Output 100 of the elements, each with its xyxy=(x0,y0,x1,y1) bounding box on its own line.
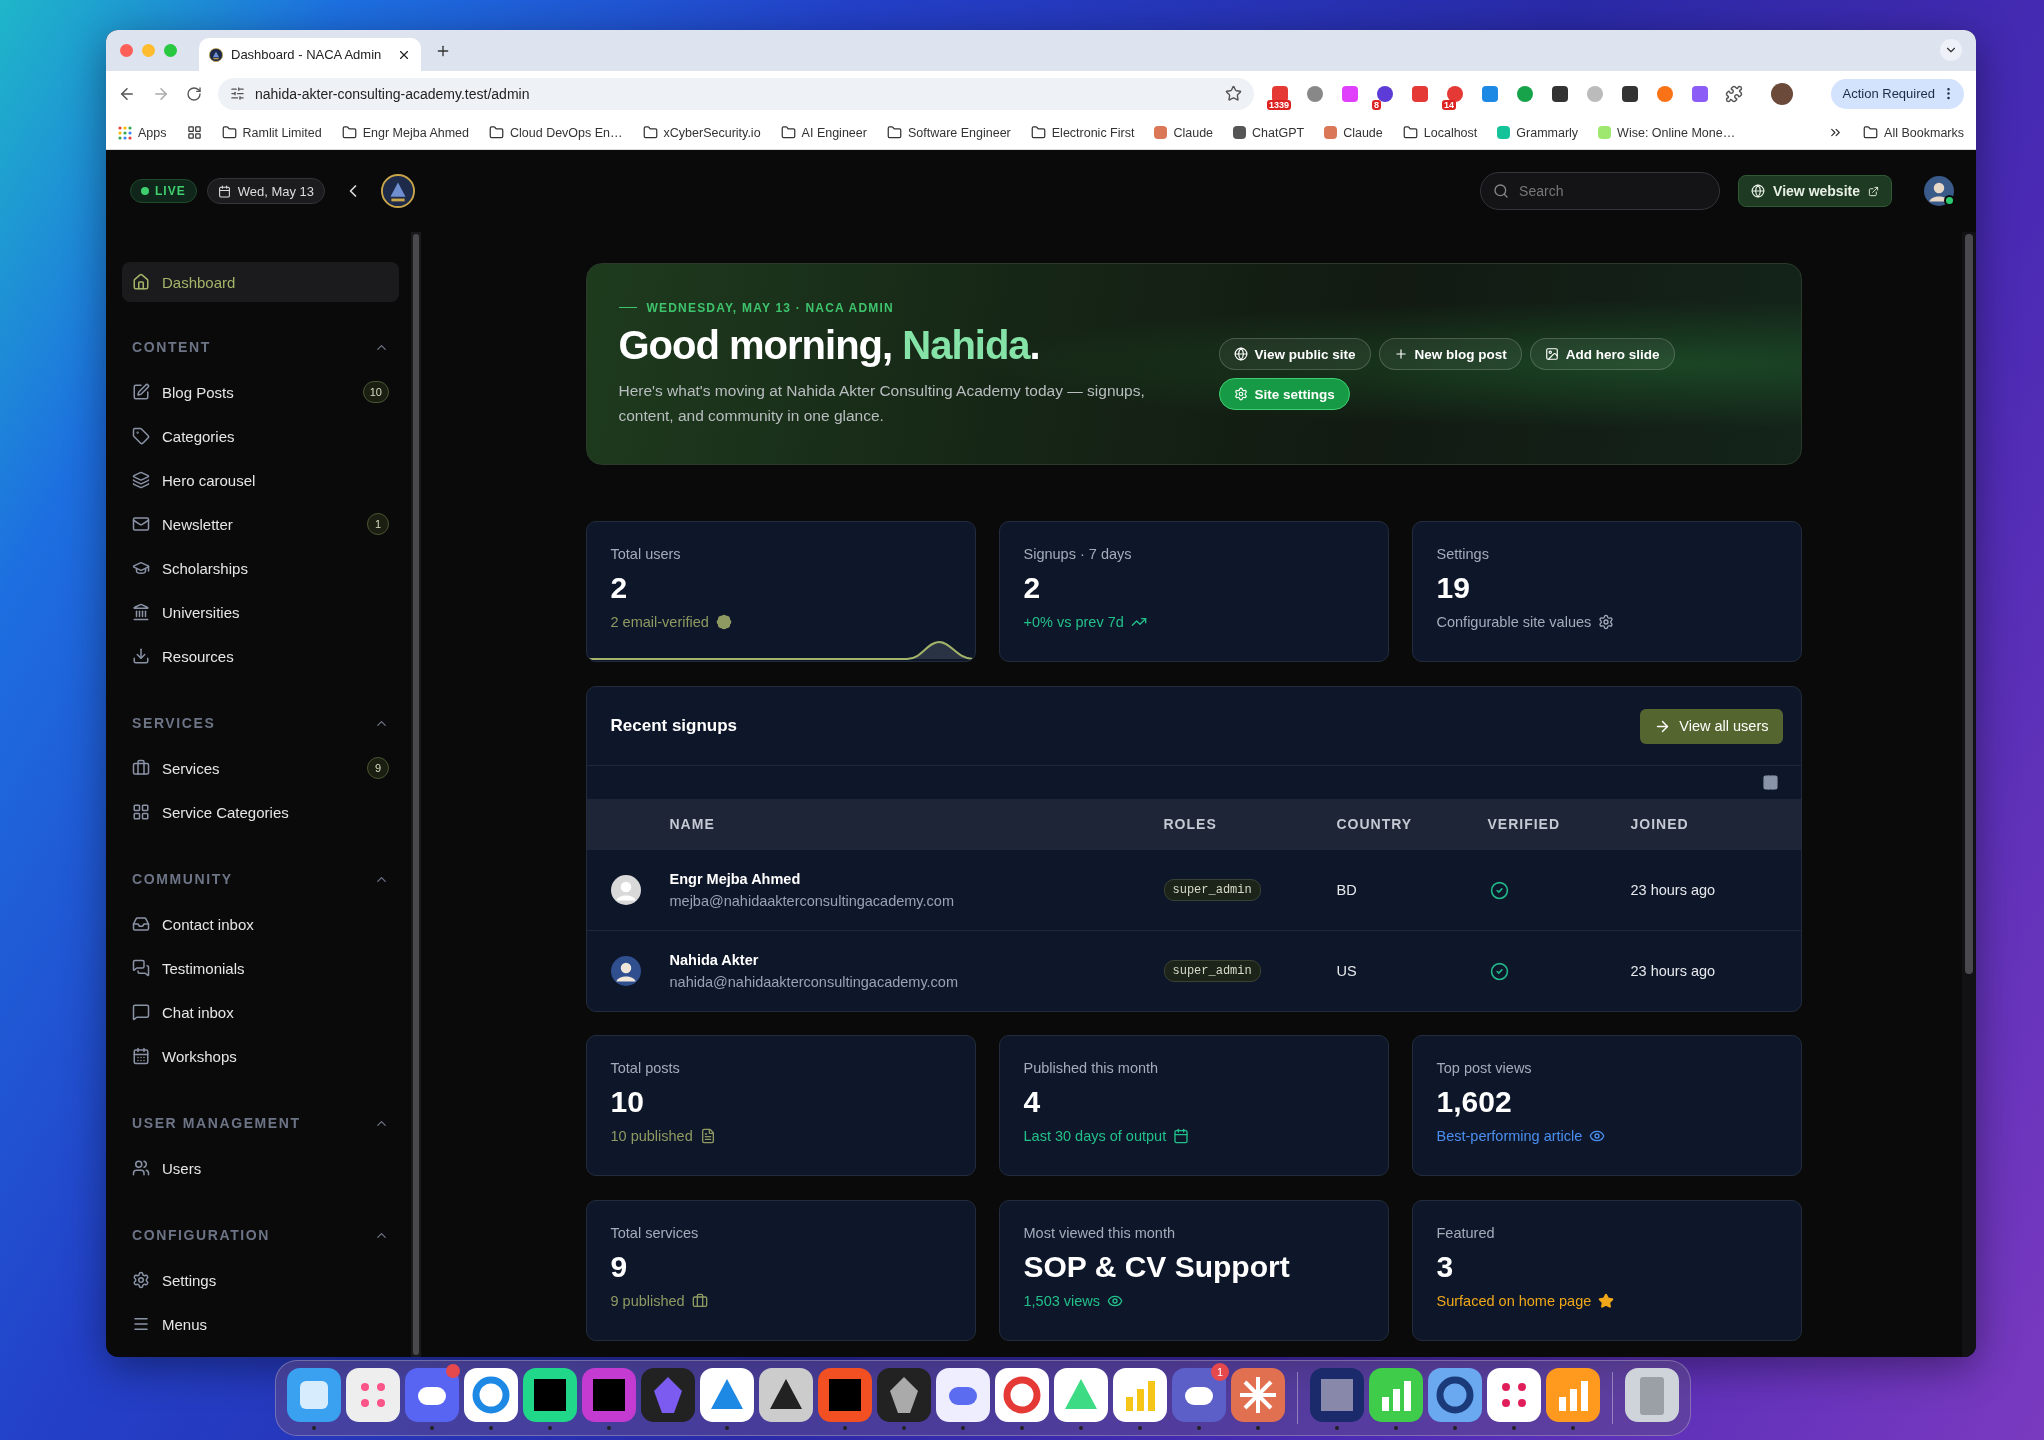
extension-icon[interactable] xyxy=(1550,83,1570,104)
scrollbar[interactable] xyxy=(411,232,421,1357)
tag-icon xyxy=(132,427,150,445)
sidebar-item[interactable]: Users xyxy=(122,1146,399,1190)
app-icon[interactable] xyxy=(1230,1366,1286,1423)
action-button[interactable]: New blog post xyxy=(1378,338,1522,370)
folder-icon xyxy=(1030,125,1046,140)
logo-icon xyxy=(209,47,223,62)
folder-icon xyxy=(642,125,658,140)
sidebar-item[interactable]: Resources xyxy=(122,634,399,678)
bookmark[interactable]: AI Engineer xyxy=(780,125,867,140)
sidebar-item[interactable]: Service Categories xyxy=(122,790,399,834)
app-icon[interactable] xyxy=(935,1366,991,1423)
columns-icon[interactable] xyxy=(1761,774,1779,791)
app-icon[interactable] xyxy=(1171,1366,1227,1423)
section-header[interactable]: CONTENT xyxy=(122,332,399,362)
app-icon[interactable] xyxy=(994,1366,1050,1423)
bookmark[interactable]: Ramlit Limited xyxy=(221,125,322,140)
column-header: VERIFIED xyxy=(1487,816,1562,832)
bookmark[interactable]: ChatGPT xyxy=(1233,125,1305,140)
section-header[interactable]: SERVICES xyxy=(122,708,399,738)
stat-value: 2 xyxy=(1023,570,1042,606)
action-required-button[interactable]: Action Required xyxy=(1830,78,1964,109)
bookmark[interactable]: Cloud DevOps En… xyxy=(489,125,623,140)
sidebar-item[interactable]: Newsletter 1 xyxy=(122,502,399,546)
extension-badge: 1339 xyxy=(1267,99,1292,110)
bookmark[interactable]: Engr Mejba Ahmed xyxy=(341,125,469,140)
app-icon[interactable] xyxy=(1486,1366,1542,1423)
plus-icon xyxy=(1393,347,1408,361)
bookmark[interactable]: All Bookmarks xyxy=(1863,125,1964,140)
stat-label: Top post views xyxy=(1436,1060,1533,1076)
bookmark-star-icon[interactable] xyxy=(1225,85,1242,102)
count-badge: 9 xyxy=(367,757,389,779)
app-icon[interactable] xyxy=(1053,1366,1109,1423)
table-cell-text: 23 hours ago xyxy=(1630,882,1717,898)
view-all-users-button[interactable]: View all users xyxy=(1640,708,1783,744)
app-icon[interactable] xyxy=(1624,1366,1680,1423)
app-icon[interactable] xyxy=(758,1366,814,1423)
bookmark[interactable]: Apps xyxy=(118,125,167,140)
app-icon[interactable] xyxy=(1427,1366,1483,1423)
app-icon[interactable] xyxy=(404,1366,460,1423)
app-icon[interactable] xyxy=(876,1366,932,1423)
sidebar-item[interactable]: Workshops xyxy=(122,1034,399,1078)
section-header[interactable]: COMMUNITY xyxy=(122,864,399,894)
tab-search-button[interactable] xyxy=(1940,39,1962,61)
sidebar-item[interactable]: Hero carousel xyxy=(122,458,399,502)
app-icon[interactable] xyxy=(699,1366,755,1423)
extension-badge: 14 xyxy=(1442,99,1456,110)
tab-groups-icon[interactable] xyxy=(186,125,202,140)
bookmark[interactable]: Localhost xyxy=(1402,125,1478,140)
sidebar-item[interactable]: Contact inbox xyxy=(122,902,399,946)
app-icon[interactable] xyxy=(345,1366,401,1423)
scrollbar[interactable] xyxy=(1962,232,1976,1357)
extension-icon[interactable] xyxy=(1375,83,1395,104)
bookmark[interactable]: Grammarly xyxy=(1497,125,1579,140)
date-button[interactable]: Wed, May 13 xyxy=(206,178,326,204)
profile-icon[interactable] xyxy=(1771,82,1793,105)
app-icon[interactable] xyxy=(286,1366,342,1423)
sidebar-item[interactable]: Chat inbox xyxy=(122,990,399,1034)
sidebar-item[interactable]: Menus xyxy=(122,1302,399,1346)
count-badge: 10 xyxy=(362,381,389,403)
site-info-icon[interactable] xyxy=(230,86,245,101)
browser-tab[interactable]: Dashboard - NACA Admin xyxy=(199,38,421,71)
search-field[interactable]: Search xyxy=(1480,172,1721,210)
action-button[interactable]: View public site xyxy=(1218,338,1371,370)
stat-label: Published this month xyxy=(1023,1060,1160,1076)
bookmark[interactable]: Claude xyxy=(1154,125,1214,140)
section-header[interactable]: USER MANAGEMENT xyxy=(122,1108,399,1138)
app-icon[interactable] xyxy=(817,1366,873,1423)
sidebar-item[interactable]: Testimonials xyxy=(122,946,399,990)
sidebar-item[interactable]: Categories xyxy=(122,414,399,458)
bookmark[interactable]: Electronic First xyxy=(1030,125,1135,140)
app-icon[interactable] xyxy=(1545,1366,1601,1423)
extensions-icon[interactable] xyxy=(1725,84,1743,103)
action-button[interactable]: Add hero slide xyxy=(1529,338,1675,370)
app-icon[interactable] xyxy=(522,1366,578,1423)
folder-icon xyxy=(1863,125,1879,140)
sidebar-item[interactable]: Services 9 xyxy=(122,746,399,790)
settings-icon xyxy=(1598,614,1615,630)
reload-icon[interactable] xyxy=(186,85,202,102)
sidebar-item[interactable]: Dashboard xyxy=(122,262,399,302)
app-icon[interactable] xyxy=(1112,1366,1168,1423)
app-icon[interactable] xyxy=(463,1366,519,1423)
sidebar-item[interactable]: Blog Posts 10 xyxy=(122,370,399,414)
bookmark[interactable]: Wise: Online Mone… xyxy=(1598,125,1736,140)
sidebar-item[interactable]: Settings xyxy=(122,1258,399,1302)
action-button[interactable]: Site settings xyxy=(1218,378,1350,410)
view-website-button[interactable]: View website xyxy=(1738,175,1892,207)
address-bar[interactable]: nahida-akter-consulting-academy.test/admin xyxy=(218,77,1254,110)
bookmark[interactable]: Claude xyxy=(1324,125,1383,140)
section-header[interactable]: CONFIGURATION xyxy=(122,1220,399,1250)
sidebar-item[interactable]: Scholarships xyxy=(122,546,399,590)
app-icon[interactable] xyxy=(1368,1366,1424,1423)
bookmark[interactable]: Software Engineer xyxy=(886,125,1011,140)
app-icon[interactable] xyxy=(581,1366,637,1423)
stat-label: Total services xyxy=(610,1225,700,1241)
bookmark[interactable]: xCyberSecurity.io xyxy=(642,125,761,140)
extension-icon[interactable] xyxy=(1620,83,1640,104)
sidebar-item[interactable]: Universities xyxy=(122,590,399,634)
stat-label: Total users xyxy=(610,546,682,562)
